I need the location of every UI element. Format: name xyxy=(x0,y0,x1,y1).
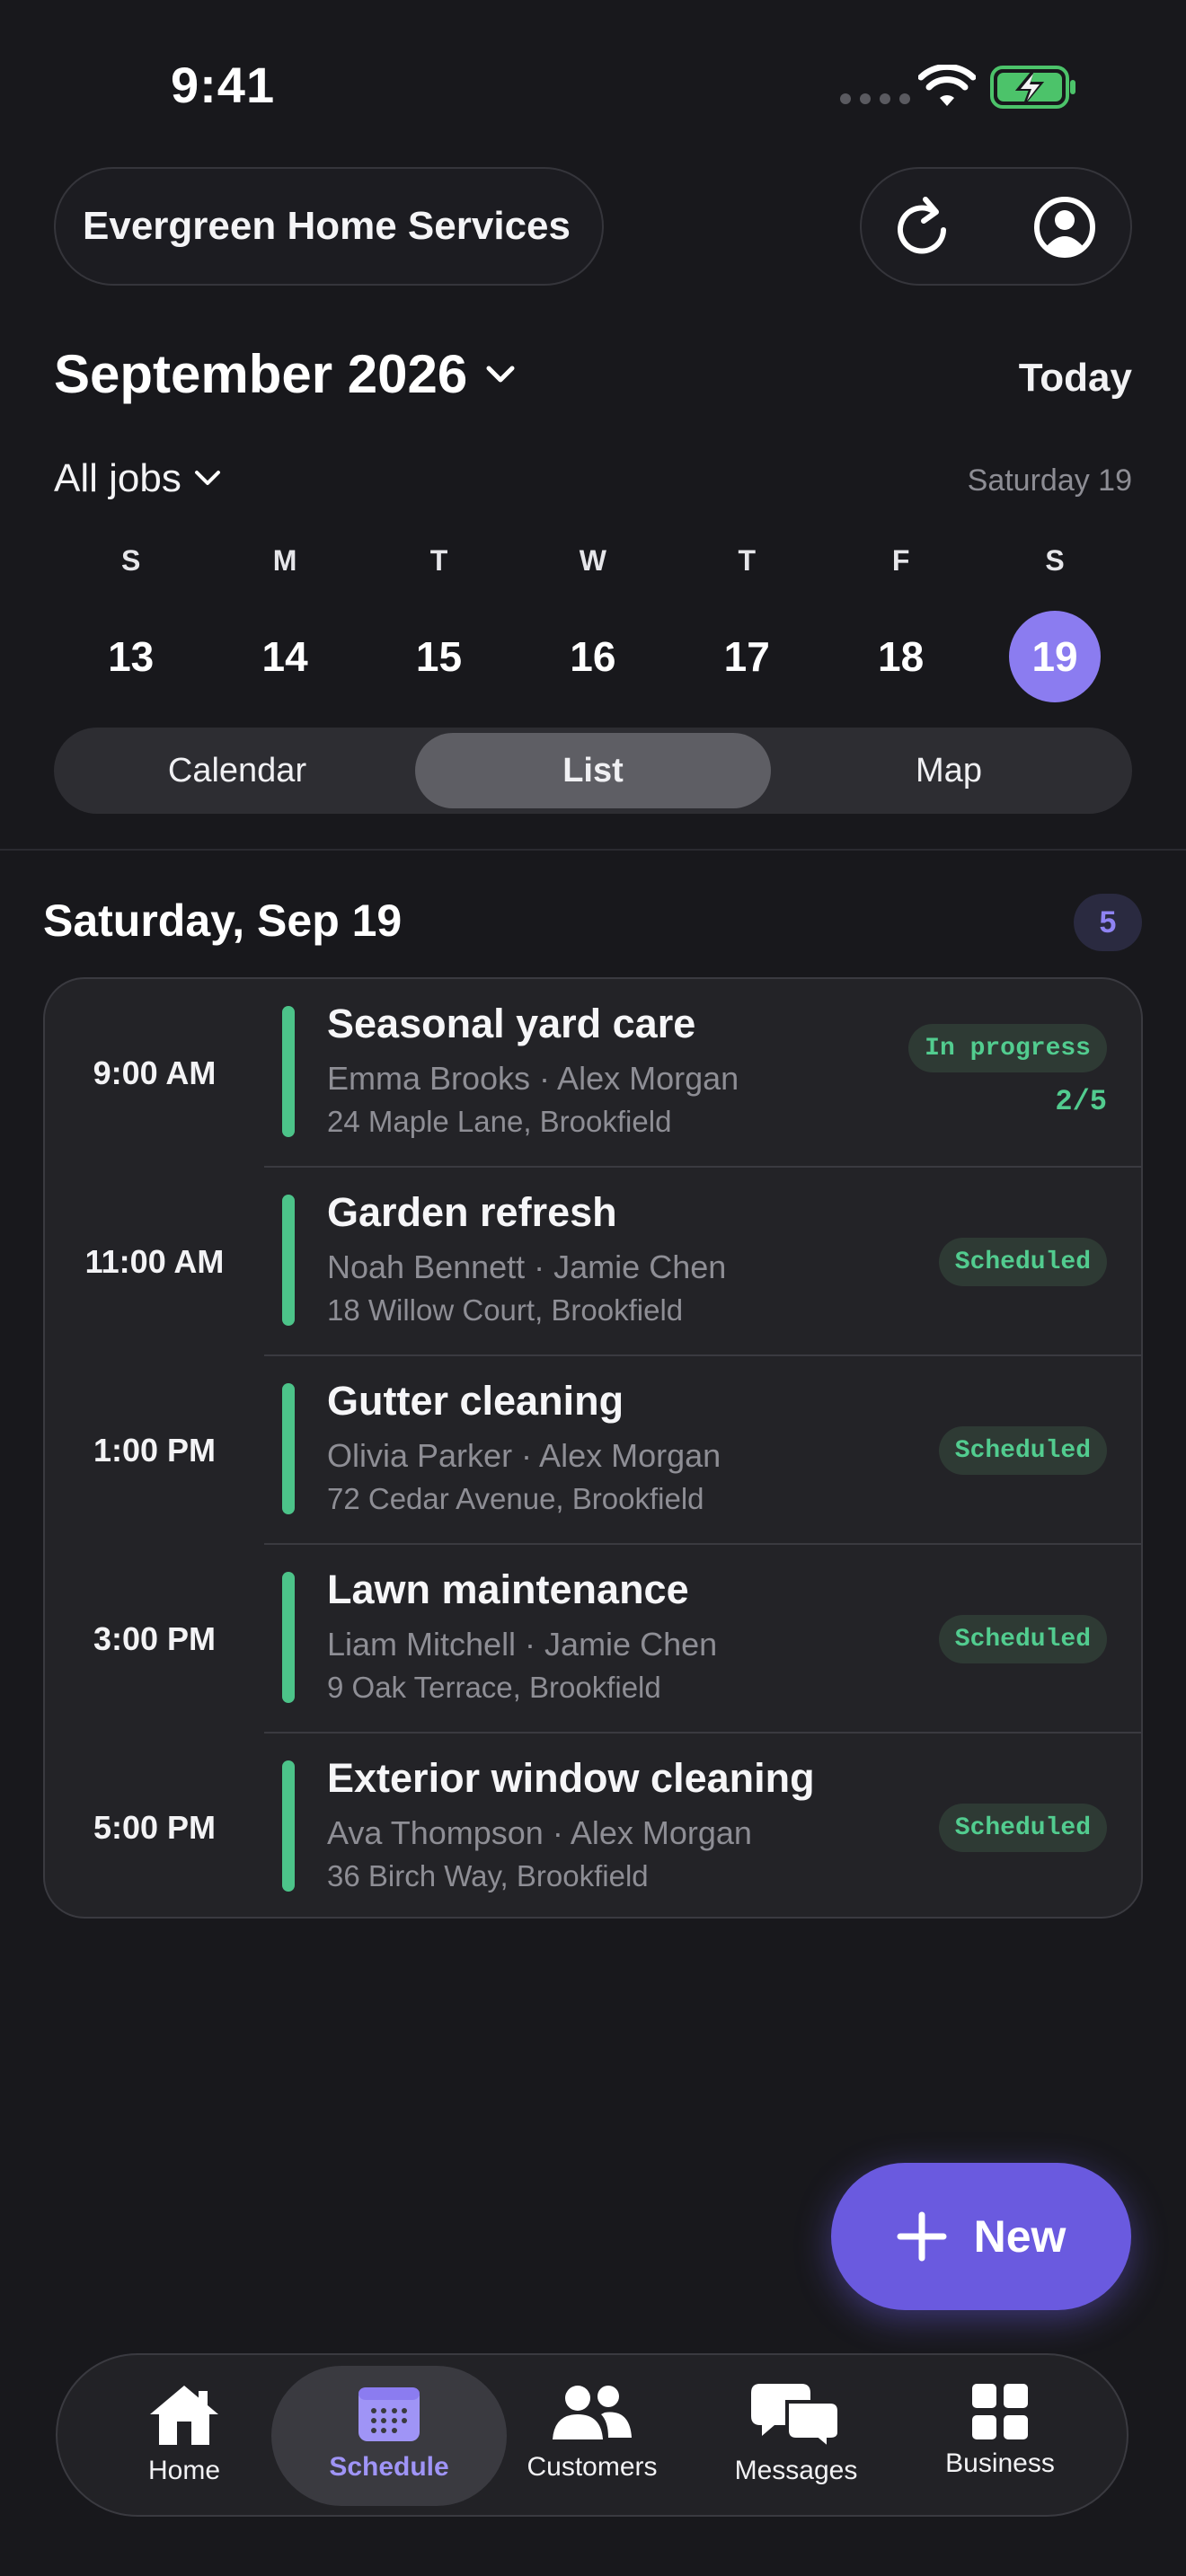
job-row[interactable]: 1:00 PM Gutter cleaning Olivia Parker · … xyxy=(45,1356,1141,1545)
job-time: 3:00 PM xyxy=(93,1620,217,1657)
job-count-badge: 5 xyxy=(1074,894,1142,951)
job-row[interactable]: 5:00 PM Exterior window cleaning Ava Tho… xyxy=(45,1734,1141,1917)
job-address: 24 Maple Lane, Brookfield xyxy=(327,1105,672,1138)
status-badge: Scheduled xyxy=(938,1238,1107,1286)
job-time: 11:00 AM xyxy=(84,1243,225,1280)
week-day-selected[interactable]: S 19 xyxy=(978,544,1131,702)
job-title: Exterior window cleaning xyxy=(327,1755,815,1801)
job-people: Ava Thompson · Alex Morgan xyxy=(327,1814,752,1851)
job-row[interactable]: 3:00 PM Lawn maintenance Liam Mitchell ·… xyxy=(45,1545,1141,1734)
job-address: 72 Cedar Avenue, Brookfield xyxy=(327,1482,704,1515)
job-status-bar xyxy=(282,1572,295,1703)
job-title: Seasonal yard care xyxy=(327,1001,696,1046)
status-time: 9:41 xyxy=(171,57,276,113)
week-day[interactable]: T 17 xyxy=(670,544,824,702)
day-number: 14 xyxy=(261,633,308,680)
job-time: 1:00 PM xyxy=(93,1432,217,1469)
calendar-icon xyxy=(358,2387,420,2441)
home-icon xyxy=(150,2386,218,2445)
tab-label: Schedule xyxy=(329,2452,449,2482)
status-badge: Scheduled xyxy=(938,1804,1107,1852)
month-selector[interactable]: September 2026 xyxy=(54,343,516,405)
tab-label: Customers xyxy=(527,2452,658,2482)
job-people: Emma Brooks · Alex Morgan xyxy=(327,1060,739,1097)
day-of-week: T xyxy=(429,544,448,577)
cellular-signal-icon xyxy=(840,93,910,104)
battery-charging-icon xyxy=(990,66,1075,109)
job-address: 18 Willow Court, Brookfield xyxy=(327,1293,684,1327)
status-badge: Scheduled xyxy=(938,1615,1107,1663)
job-status-bar xyxy=(282,1383,295,1514)
day-of-week: W xyxy=(579,544,606,577)
job-status-bar xyxy=(282,1195,295,1326)
week-day[interactable]: M 14 xyxy=(208,544,361,702)
tab-label: Home xyxy=(147,2456,221,2485)
day-number: 16 xyxy=(570,633,616,680)
day-section-title: Saturday, Sep 19 xyxy=(43,895,403,946)
job-time: 5:00 PM xyxy=(93,1809,217,1846)
grid-icon xyxy=(972,2384,1028,2439)
week-day[interactable]: T 15 xyxy=(362,544,516,702)
job-progress: 2/5 xyxy=(1055,1085,1107,1118)
tab-calendar[interactable]: Calendar xyxy=(59,733,415,808)
day-number: 18 xyxy=(878,633,925,680)
job-people: Liam Mitchell · Jamie Chen xyxy=(327,1626,718,1663)
job-list: 9:00 AM Seasonal yard care Emma Brooks ·… xyxy=(43,977,1143,1919)
chevron-down-icon xyxy=(486,366,515,382)
plus-icon xyxy=(897,2211,947,2262)
filter-label: All jobs xyxy=(54,456,181,500)
day-number: 19 xyxy=(1009,611,1102,702)
day-number: 15 xyxy=(415,633,463,680)
status-badge: Scheduled xyxy=(938,1426,1107,1475)
new-button-label: New xyxy=(973,2211,1067,2262)
job-address: 36 Birch Way, Brookfield xyxy=(327,1859,649,1892)
status-badge: In progress xyxy=(908,1024,1107,1072)
job-people: Olivia Parker · Alex Morgan xyxy=(327,1437,721,1474)
refresh-icon[interactable] xyxy=(890,194,954,259)
day-of-week: S xyxy=(1045,544,1065,577)
view-switcher: Calendar List Map xyxy=(54,728,1132,814)
day-of-week: S xyxy=(121,544,141,577)
day-number: 13 xyxy=(108,633,155,680)
job-title: Garden refresh xyxy=(327,1189,617,1235)
divider xyxy=(0,849,1186,851)
tab-messages[interactable]: Messages xyxy=(722,2366,870,2506)
month-label: September 2026 xyxy=(54,344,468,404)
week-day[interactable]: W 16 xyxy=(516,544,669,702)
day-of-week: M xyxy=(272,544,297,577)
chat-icon xyxy=(751,2384,841,2448)
job-row[interactable]: 11:00 AM Garden refresh Noah Bennett · J… xyxy=(45,1168,1141,1356)
job-row[interactable]: 9:00 AM Seasonal yard care Emma Brooks ·… xyxy=(45,979,1141,1168)
job-title: Gutter cleaning xyxy=(327,1378,624,1424)
day-number: 17 xyxy=(723,633,770,680)
tab-business[interactable]: Business xyxy=(934,2366,1066,2506)
week-day[interactable]: S 13 xyxy=(54,544,208,702)
tab-map[interactable]: Map xyxy=(771,733,1127,808)
selected-date-label: Saturday 19 xyxy=(967,463,1132,498)
day-of-week: F xyxy=(891,544,910,577)
tab-customers[interactable]: Customers xyxy=(514,2366,670,2506)
chevron-down-icon xyxy=(194,471,220,485)
job-title: Lawn maintenance xyxy=(327,1566,689,1612)
week-strip: S 13 M 14 T 15 W 16 T 17 F 18 S 19 xyxy=(54,544,1132,702)
job-address: 9 Oak Terrace, Brookfield xyxy=(327,1671,661,1704)
people-icon xyxy=(553,2386,632,2439)
tab-list[interactable]: List xyxy=(415,733,771,808)
tab-label: Messages xyxy=(734,2456,858,2485)
job-people: Noah Bennett · Jamie Chen xyxy=(327,1248,727,1285)
day-of-week: T xyxy=(738,544,757,577)
week-day[interactable]: F 18 xyxy=(824,544,978,702)
wifi-icon xyxy=(918,65,976,106)
new-job-button[interactable]: New xyxy=(831,2163,1131,2310)
job-time: 9:00 AM xyxy=(93,1054,217,1091)
job-filter-dropdown[interactable]: All jobs xyxy=(54,456,221,501)
tab-schedule[interactable]: Schedule xyxy=(271,2366,507,2506)
today-button[interactable]: Today xyxy=(1019,356,1132,401)
job-status-bar xyxy=(282,1760,295,1892)
company-selector[interactable]: Evergreen Home Services xyxy=(54,167,604,286)
tab-home[interactable]: Home xyxy=(126,2366,243,2506)
profile-icon[interactable] xyxy=(1033,196,1096,259)
tab-label: Business xyxy=(945,2448,1055,2478)
job-status-bar xyxy=(282,1006,295,1137)
